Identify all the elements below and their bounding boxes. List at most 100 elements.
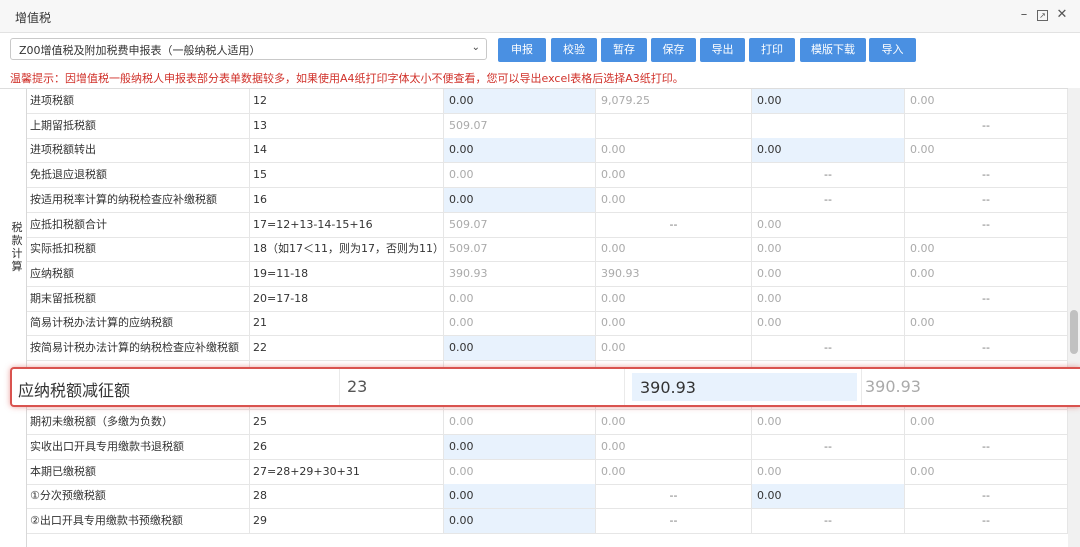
row-line-number: 21 xyxy=(250,311,444,336)
table-row: 按适用税率计算的纳税检查应补缴税额 16 0.00 0.00 -- -- xyxy=(27,187,1068,213)
value-cell: 0.00 xyxy=(905,459,1068,484)
value-input[interactable]: 0.00 xyxy=(444,138,596,163)
value-cell: 0.00 xyxy=(905,237,1068,262)
highlight-row-number: 23 xyxy=(347,377,368,396)
value-cell: 390.93 xyxy=(444,261,596,286)
value-input[interactable]: 0.00 xyxy=(444,434,596,459)
row-item-name: 期末留抵税额 xyxy=(27,286,250,311)
value-cell: 0.00 xyxy=(596,163,752,188)
table-row: 应纳税额 19=11-18 390.93 390.93 0.00 0.00 xyxy=(27,261,1068,287)
value-cell: 509.07 xyxy=(444,212,596,237)
close-icon[interactable]: ✕ xyxy=(1055,8,1069,22)
value-cell: 0.00 xyxy=(905,138,1068,163)
print-button[interactable]: 打印 xyxy=(749,38,795,62)
value-cell xyxy=(596,113,752,138)
value-cell: 0.00 xyxy=(752,286,905,311)
value-cell: -- xyxy=(905,286,1068,311)
value-cell: 0.00 xyxy=(444,459,596,484)
window-titlebar: 增值税 – ↗ ✕ xyxy=(0,0,1080,33)
value-cell: 0.00 xyxy=(905,89,1068,113)
declare-button[interactable]: 申报 xyxy=(498,38,546,62)
value-cell: 509.07 xyxy=(444,237,596,262)
value-cell: -- xyxy=(752,434,905,459)
row-item-name: 免抵退应退税额 xyxy=(27,163,250,188)
window-title: 增值税 xyxy=(15,11,52,25)
value-cell: -- xyxy=(905,336,1068,360)
value-cell: 0.00 xyxy=(752,237,905,262)
table-row: 应抵扣税额合计 17=12+13-14-15+16 509.07 -- 0.00 -- xyxy=(27,212,1068,238)
value-cell: -- xyxy=(596,508,752,533)
table-row: 进项税额 12 0.00 9,079.25 0.00 0.00 xyxy=(27,89,1068,114)
row-item-name: 按简易计税办法计算的纳税检查应补缴税额 xyxy=(27,336,250,360)
value-cell: 0.00 xyxy=(905,410,1068,435)
value-cell: 0.00 xyxy=(444,286,596,311)
value-input[interactable]: 0.00 xyxy=(444,336,596,360)
value-cell: -- xyxy=(596,484,752,509)
value-cell: -- xyxy=(905,113,1068,138)
maximize-icon[interactable]: ↗ xyxy=(1037,10,1048,21)
value-cell: -- xyxy=(905,484,1068,509)
print-tip: 温馨提示：因增值税一般纳税人申报表部分表单数据较多，如果使用A4纸打印字体太小不… xyxy=(10,72,684,85)
table-row: ②出口开具专用缴款书预缴税额 29 0.00 -- -- -- xyxy=(27,508,1068,534)
row-item-name: 上期留抵税额 xyxy=(27,113,250,138)
row-line-number: 19=11-18 xyxy=(250,261,444,286)
value-cell: 9,079.25 xyxy=(596,89,752,113)
value-cell: 390.93 xyxy=(596,261,752,286)
callout-divider xyxy=(339,369,340,405)
value-cell xyxy=(752,113,905,138)
minimize-icon[interactable]: – xyxy=(1017,8,1031,22)
row-line-number: 25 xyxy=(250,410,444,435)
callout-divider xyxy=(861,369,862,405)
table-row: 本期已缴税额 27=28+29+30+31 0.00 0.00 0.00 0.00 xyxy=(27,459,1068,485)
row-line-number: 17=12+13-14-15+16 xyxy=(250,212,444,237)
scrollbar-thumb[interactable] xyxy=(1070,310,1078,354)
declaration-table: 税款计算 进项税额 12 0.00 9,079.25 0.00 0.00 上期留抵税额 13 5… xyxy=(0,88,1068,547)
value-input[interactable]: 0.00 xyxy=(752,484,905,509)
value-cell: -- xyxy=(752,187,905,212)
highlight-value-current[interactable]: 390.93 xyxy=(632,373,857,401)
row-item-name: 简易计税办法计算的应纳税额 xyxy=(27,311,250,336)
value-cell: 0.00 xyxy=(444,410,596,435)
template-download-button[interactable]: 模版下载 xyxy=(800,38,866,62)
save-button[interactable]: 保存 xyxy=(651,38,696,62)
value-input[interactable]: 0.00 xyxy=(752,89,905,113)
value-input[interactable]: 0.00 xyxy=(444,484,596,509)
value-cell: 0.00 xyxy=(596,459,752,484)
value-cell: 0.00 xyxy=(752,261,905,286)
form-select-value: Z00增值税及附加税费申报表（一般纳税人适用） xyxy=(19,44,261,57)
value-input[interactable]: 0.00 xyxy=(444,508,596,533)
row-item-name: ②出口开具专用缴款书预缴税额 xyxy=(27,508,250,533)
row-line-number: 27=28+29+30+31 xyxy=(250,459,444,484)
row-line-number: 26 xyxy=(250,434,444,459)
table-row: 实际抵扣税额 18（如17＜11，则为17，否则为11） 509.07 0.00 0.0… xyxy=(27,237,1068,263)
value-input[interactable]: 0.00 xyxy=(444,187,596,212)
value-cell: 0.00 xyxy=(596,286,752,311)
value-cell: -- xyxy=(752,163,905,188)
table-row: 期初未缴税额（多缴为负数） 25 0.00 0.00 0.00 0.00 xyxy=(27,410,1068,436)
highlight-value-cumulative: 390.93 xyxy=(865,377,921,396)
row-item-name: 应纳税额 xyxy=(27,261,250,286)
row-item-name: 进项税额转出 xyxy=(27,138,250,163)
table-row: 按简易计税办法计算的纳税检查应补缴税额 22 0.00 0.00 -- -- xyxy=(27,336,1068,361)
row-line-number: 22 xyxy=(250,336,444,360)
value-input[interactable]: 0.00 xyxy=(752,138,905,163)
value-cell: 509.07 xyxy=(444,113,596,138)
table-row: 简易计税办法计算的应纳税额 21 0.00 0.00 0.00 0.00 xyxy=(27,311,1068,337)
temp-save-button[interactable]: 暂存 xyxy=(601,38,647,62)
row-line-number: 29 xyxy=(250,508,444,533)
row-line-number: 12 xyxy=(250,89,444,113)
form-select[interactable]: Z00增值税及附加税费申报表（一般纳税人适用） ⌄ xyxy=(10,38,487,60)
import-button[interactable]: 导入 xyxy=(869,38,916,62)
validate-button[interactable]: 校验 xyxy=(551,38,597,62)
row-item-name: 按适用税率计算的纳税检查应补缴税额 xyxy=(27,187,250,212)
value-cell: 0.00 xyxy=(444,311,596,336)
table-row: 免抵退应退税额 15 0.00 0.00 -- -- xyxy=(27,163,1068,189)
row-item-name: 本期已缴税额 xyxy=(27,459,250,484)
export-button[interactable]: 导出 xyxy=(700,38,745,62)
value-cell: 0.00 xyxy=(596,410,752,435)
value-input[interactable]: 0.00 xyxy=(444,89,596,113)
row-line-number: 28 xyxy=(250,484,444,509)
row-line-number: 16 xyxy=(250,187,444,212)
value-cell: 0.00 xyxy=(905,311,1068,336)
row-item-name: 进项税额 xyxy=(27,89,250,113)
